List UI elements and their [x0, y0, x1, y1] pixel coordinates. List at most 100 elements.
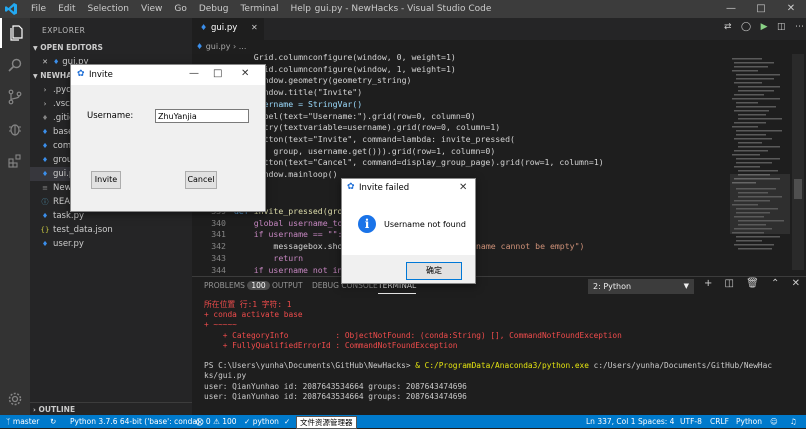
editor-scrollbar[interactable]	[792, 54, 804, 270]
minimize-icon[interactable]: —	[189, 68, 199, 79]
terminal-line: + conda activate base	[204, 310, 303, 320]
extensions-icon[interactable]	[0, 146, 30, 176]
menu-bar: File Edit Selection View Go Debug Termin…	[25, 0, 317, 18]
explorer-icon[interactable]	[0, 18, 32, 48]
feedback-icon[interactable]: ☺	[770, 415, 778, 428]
source-control-icon[interactable]	[0, 82, 30, 112]
info-icon: ⓘ	[41, 198, 49, 206]
sync-icon[interactable]: ↻	[50, 415, 56, 428]
terminal-line: ks/gui.py	[204, 371, 247, 381]
branch-status[interactable]: ᛉ master	[6, 415, 39, 428]
python-file-icon: ♦	[41, 156, 49, 164]
python-file-icon: ♦	[41, 240, 49, 248]
open-changes-icon[interactable]: ◯	[741, 22, 751, 36]
chevron-up-icon[interactable]: ⌃	[771, 278, 779, 292]
tab-problems[interactable]: PROBLEMS 100	[204, 279, 270, 293]
dialog-titlebar[interactable]: ✿ Invite failed ✕	[342, 179, 475, 197]
error-icon: ⨂	[196, 417, 204, 426]
split-terminal-icon[interactable]: ◫	[725, 278, 734, 292]
tab-bar	[192, 18, 806, 40]
open-editors-section[interactable]: ▼ OPEN EDITORS	[30, 41, 192, 55]
close-panel-icon[interactable]: ✕	[792, 278, 800, 292]
ok-button[interactable]: 确定	[406, 262, 462, 280]
python-interpreter[interactable]: Python 3.7.6 64-bit ('base': conda)	[70, 415, 200, 428]
chevron-down-icon: ▼	[683, 282, 689, 290]
minimize-icon[interactable]: —	[716, 0, 746, 18]
sidebar-item-user[interactable]: ♦ user.py	[30, 237, 192, 251]
cancel-button[interactable]: Cancel	[185, 171, 217, 189]
encoding[interactable]: UTF-8	[680, 415, 702, 428]
menu-debug[interactable]: Debug	[193, 0, 235, 18]
code-line: Grid.columnconfigure(window, 0, weight=1…	[253, 52, 456, 62]
check-icon: ✓	[284, 417, 291, 426]
debug-icon[interactable]	[0, 114, 30, 144]
language-mode[interactable]: Python	[736, 415, 762, 428]
terminal-line: user: QianYunhao id: 2087643534664 group…	[204, 391, 467, 401]
code-line: 340 global username_to	[211, 217, 343, 228]
compare-icon[interactable]: ⇄	[724, 22, 732, 36]
search-icon[interactable]	[0, 50, 30, 80]
title-bar: File Edit Selection View Go Debug Termin…	[0, 0, 806, 18]
close-icon[interactable]: ✕	[776, 0, 806, 18]
tab-gui-py[interactable]: ♦ gui.py ✕	[192, 18, 264, 40]
terminal-line: 所在位置 行:1 字符: 1	[204, 300, 292, 309]
dialog-message: Username not found	[384, 220, 466, 229]
file-explorer-tooltip: 文件资源管理器	[296, 416, 357, 429]
close-icon[interactable]: ✕	[459, 182, 467, 193]
terminal-select[interactable]: 2: Python ▼	[588, 279, 694, 294]
menu-edit[interactable]: Edit	[52, 0, 81, 18]
bell-icon[interactable]: ♫	[790, 415, 797, 428]
invite-button[interactable]: Invite	[91, 171, 121, 189]
python-file-icon: ♦	[41, 142, 49, 150]
minimap[interactable]	[730, 54, 790, 270]
maximize-icon[interactable]: □	[213, 68, 222, 79]
menu-help[interactable]: Help	[284, 0, 317, 18]
menu-selection[interactable]: Selection	[82, 0, 135, 18]
split-editor-icon[interactable]: ◫	[777, 22, 786, 36]
indentation[interactable]: Spaces: 4	[638, 415, 674, 428]
line-ending[interactable]: CRLF	[710, 415, 729, 428]
maximize-icon[interactable]: □	[746, 0, 776, 18]
trash-icon[interactable]: 🗑	[746, 278, 759, 292]
warning-icon: ⚠	[213, 417, 220, 426]
tab-output[interactable]: OUTPUT	[272, 279, 303, 293]
python-status-item[interactable]: ✓ python	[244, 415, 279, 428]
problems-count-badge: 100	[247, 281, 270, 290]
code-line: 342 messagebox.sho	[211, 241, 343, 252]
code-line: 344 if username not in	[211, 264, 343, 275]
json-file-icon: {}	[40, 226, 50, 234]
menu-file[interactable]: File	[25, 0, 52, 18]
invite-window: ✿ Invite — □ ✕ Username: Invite Cancel	[70, 64, 266, 212]
terminal-line: + FullyQualifiedErrorId : CommandNotFoun…	[204, 340, 458, 350]
check-icon: ✓	[244, 417, 251, 426]
sidebar-item-test-data[interactable]: {} test_data.json	[30, 223, 192, 237]
menu-view[interactable]: View	[135, 0, 168, 18]
more-icon[interactable]: ⋯	[795, 22, 804, 36]
feather-icon: ✿	[347, 182, 355, 192]
feather-icon: ✿	[77, 69, 85, 79]
code-line-tail: name cannot be empty")	[476, 241, 585, 252]
username-input[interactable]	[155, 109, 249, 123]
invite-titlebar[interactable]: ✿ Invite — □ ✕	[71, 65, 265, 85]
run-icon[interactable]: ▶	[761, 22, 768, 36]
close-tab-icon[interactable]: ✕	[251, 23, 258, 32]
plus-icon[interactable]: +	[704, 278, 712, 292]
menu-go[interactable]: Go	[168, 0, 192, 18]
explorer-header: EXPLORER	[42, 26, 86, 35]
menu-terminal[interactable]: Terminal	[234, 0, 284, 18]
terminal-line: + ~~~~~	[204, 320, 237, 330]
close-icon[interactable]: ✕	[241, 68, 249, 79]
username-label: Username:	[87, 111, 134, 121]
info-icon: i	[358, 215, 376, 233]
python-file-icon: ♦	[41, 128, 49, 136]
problems-status[interactable]: ⨂ 0 ⚠ 100	[196, 415, 237, 428]
terminal-line: PS C:\Users\yunha\Documents\GitHub\NewHa…	[204, 361, 773, 371]
gear-icon[interactable]	[0, 384, 30, 414]
code-line: 341 if username == "":	[211, 229, 343, 240]
cursor-position[interactable]: Ln 337, Col 1	[586, 415, 635, 428]
python-file-icon: ♦	[53, 58, 60, 66]
vscode-logo-icon	[5, 3, 17, 15]
close-icon: ✕	[42, 58, 48, 66]
python-file-icon: ♦	[41, 170, 49, 178]
panel-actions: + ◫ 🗑 ⌃ ✕	[704, 278, 800, 292]
